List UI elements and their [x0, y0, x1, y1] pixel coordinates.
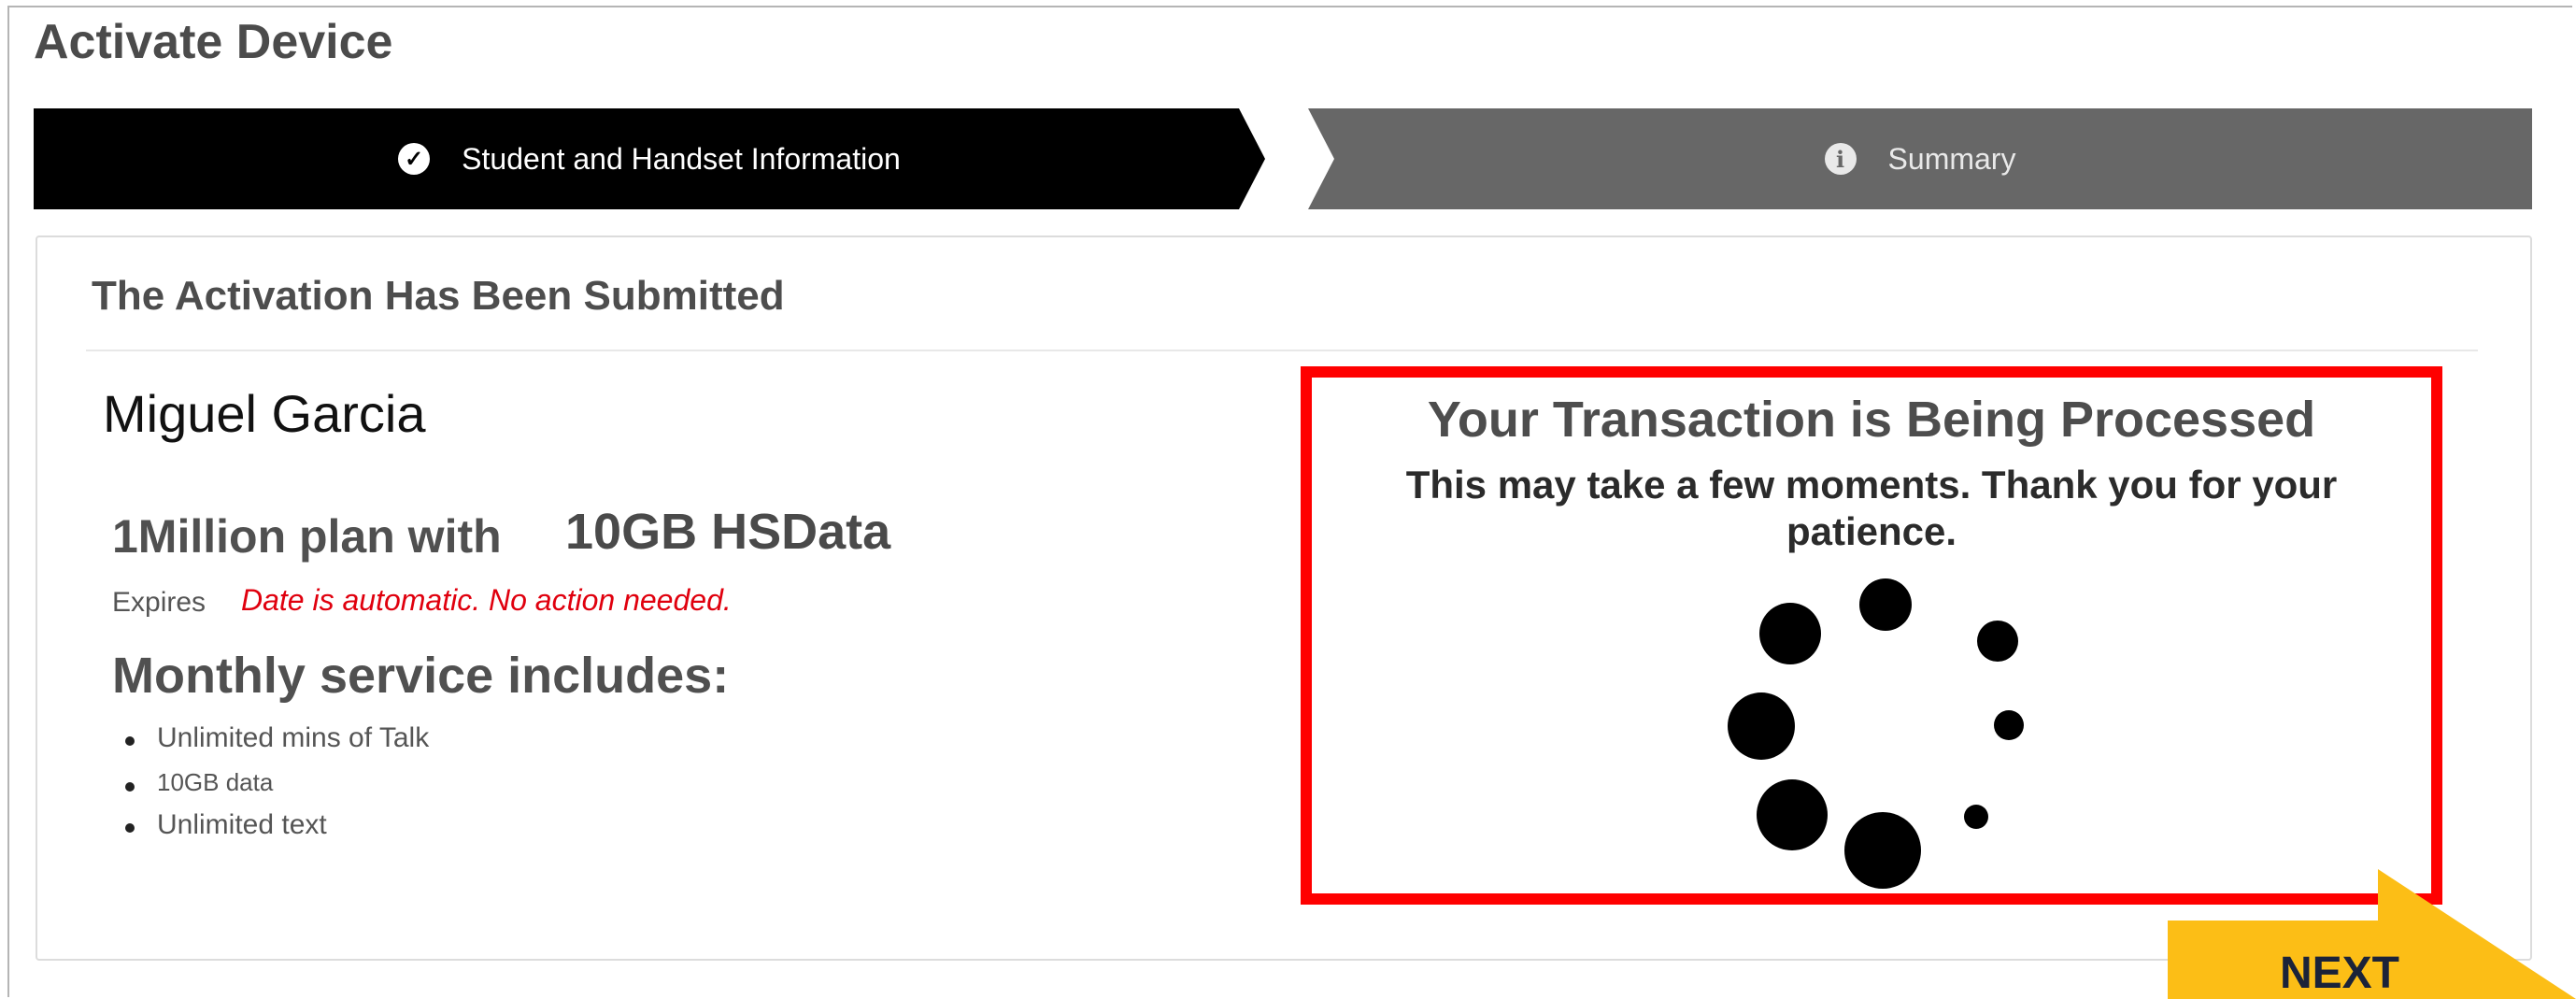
spinner-dot	[1977, 621, 2018, 662]
panel-divider	[86, 350, 2478, 351]
includes-title: Monthly service includes:	[112, 648, 730, 704]
step-label: Summary	[1887, 141, 2016, 176]
step-label: Student and Handset Information	[462, 141, 901, 176]
feature-item: Unlimited mins of Talk	[124, 722, 430, 753]
feature-item: 10GB data	[124, 768, 274, 796]
panel-title: The Activation Has Been Submitted	[92, 273, 785, 319]
step-student-handset-info[interactable]: ✓ Student and Handset Information	[34, 108, 1265, 209]
page-title: Activate Device	[34, 15, 393, 69]
spinner-dot	[1759, 603, 1821, 664]
plan-data: 10GB HSData	[565, 504, 891, 560]
expires-label: Expires	[112, 587, 206, 618]
spinner-dot	[1964, 805, 1988, 829]
expires-note: Date is automatic. No action needed.	[241, 583, 732, 617]
spinner-dot	[1994, 710, 2024, 740]
spinner-dot	[1728, 692, 1795, 760]
customer-name: Miguel Garcia	[103, 384, 426, 443]
spinner-dot	[1859, 578, 1912, 631]
processing-title: Your Transaction is Being Processed	[1427, 392, 2316, 448]
spinner-dot	[1757, 779, 1828, 850]
check-circle-icon: ✓	[398, 143, 431, 175]
processing-message: This may take a few moments. Thank you f…	[1405, 463, 2338, 553]
plan-name: 1Million plan with	[112, 510, 502, 563]
next-button-label[interactable]: NEXT	[2246, 949, 2433, 999]
feature-item: Unlimited text	[125, 809, 327, 840]
info-circle-icon: i	[1824, 143, 1857, 175]
step-summary[interactable]: i Summary	[1308, 108, 2532, 209]
spinner-dot	[1844, 812, 1921, 889]
